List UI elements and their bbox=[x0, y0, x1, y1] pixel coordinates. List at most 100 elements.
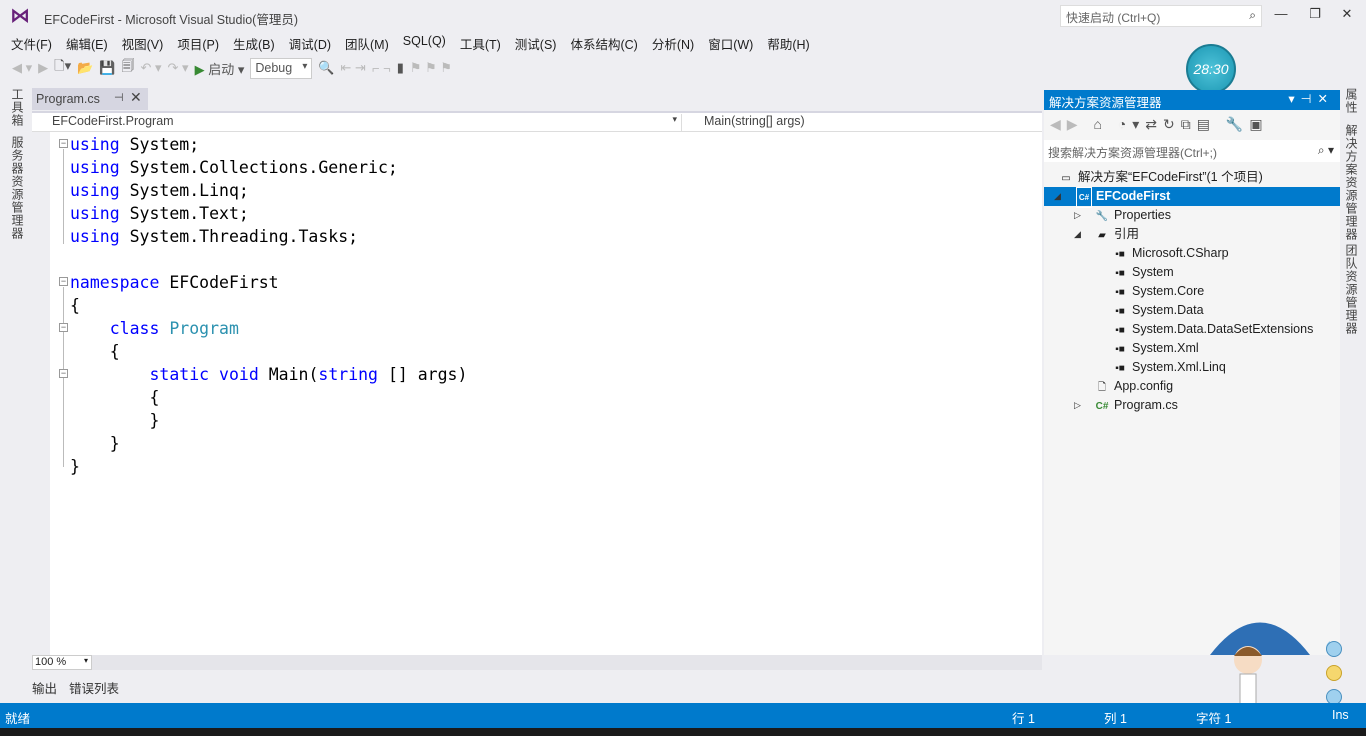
menu-item[interactable]: 帮助(H) bbox=[760, 32, 816, 52]
pending-changes-icon[interactable]: ◔▾ bbox=[1118, 116, 1145, 132]
server-explorer-tab[interactable]: 服务器资源管理器 bbox=[9, 136, 26, 240]
solution-explorer-side-tab[interactable]: 解决方案资源管理器 bbox=[1343, 124, 1360, 241]
menu-item[interactable]: SQL(Q) bbox=[396, 32, 453, 52]
menu-item[interactable]: 分析(N) bbox=[645, 32, 701, 52]
app-config-node[interactable]: 🗋 App.config bbox=[1094, 377, 1173, 396]
tab-error-list[interactable]: 错误列表 bbox=[69, 678, 119, 697]
keyword-token: using bbox=[70, 181, 120, 200]
forward-icon[interactable]: ▶ bbox=[38, 60, 48, 76]
zoom-value: 100 % bbox=[35, 656, 67, 668]
reference-node[interactable]: ▪■ System.Xml bbox=[1112, 339, 1198, 358]
reference-node[interactable]: ▪■ System.Core bbox=[1112, 282, 1204, 301]
assembly-reference-icon: ▪■ bbox=[1115, 325, 1125, 336]
collapsed-arrow-icon[interactable]: ▷ bbox=[1074, 210, 1081, 221]
collapse-all-icon[interactable]: ⧉ bbox=[1181, 116, 1197, 132]
indent-icons[interactable]: ⇤ ⇥ bbox=[341, 60, 366, 76]
close-tab-icon[interactable]: ✕ bbox=[130, 89, 142, 106]
minimize-button[interactable]: — bbox=[1270, 6, 1292, 21]
fold-toggle-icon[interactable]: − bbox=[59, 139, 68, 148]
assembly-reference-icon: ▪■ bbox=[1115, 306, 1125, 317]
reference-node[interactable]: ▪■ System.Xml.Linq bbox=[1112, 358, 1226, 377]
code-token: System.Linq; bbox=[129, 181, 249, 200]
configuration-dropdown[interactable]: Debug bbox=[250, 57, 313, 79]
widget-button[interactable] bbox=[1326, 641, 1342, 657]
properties-icon[interactable]: 🔧 bbox=[1226, 116, 1249, 132]
type-dropdown[interactable]: EFCodeFirst.Program ▾ bbox=[32, 114, 682, 132]
reference-node[interactable]: ▪■ Microsoft.CSharp bbox=[1112, 244, 1228, 263]
reference-label: System.Xml.Linq bbox=[1132, 360, 1226, 374]
back-icon[interactable]: ◀ ▾ bbox=[12, 60, 32, 76]
code-token: EFCodeFirst bbox=[169, 273, 279, 292]
menu-item[interactable]: 团队(M) bbox=[338, 32, 396, 52]
fold-toggle-icon[interactable]: − bbox=[59, 277, 68, 286]
bookmark-icon[interactable]: ▮ bbox=[397, 60, 404, 76]
char-indicator: 字符 1 bbox=[1196, 712, 1232, 726]
collapsed-arrow-icon[interactable]: ▷ bbox=[1074, 400, 1081, 411]
navigation-bar: EFCodeFirst.Program ▾ Main(string[] args) bbox=[32, 111, 1042, 132]
toolbox-tab[interactable]: 工具箱 bbox=[9, 88, 26, 127]
undo-icon[interactable]: ↶ ▾ bbox=[141, 60, 162, 76]
fold-toggle-icon[interactable]: − bbox=[59, 323, 68, 332]
keyword-token: using bbox=[70, 204, 120, 223]
solution-explorer-toolbar: ◀▶ ⌂ ◔▾⇄↻⧉▤ 🔧▣ bbox=[1050, 116, 1269, 133]
dropdown-icon[interactable]: ▾ bbox=[1288, 92, 1300, 106]
menu-item[interactable]: 测试(S) bbox=[508, 32, 564, 52]
comment-icons[interactable]: ⌐ ¬ bbox=[372, 61, 391, 76]
solution-node[interactable]: ▭ 解决方案“EFCodeFirst”(1 个项目) bbox=[1058, 168, 1262, 187]
back-icon[interactable]: ◀▶ bbox=[1050, 116, 1084, 132]
tab-output[interactable]: 输出 bbox=[32, 678, 57, 697]
menu-item[interactable]: 编辑(E) bbox=[59, 32, 115, 52]
start-button[interactable]: ▶ 启动 ▾ bbox=[195, 59, 245, 78]
keyword-token: void bbox=[219, 365, 259, 384]
menu-item[interactable]: 工具(T) bbox=[453, 32, 508, 52]
find-icon[interactable]: 🔍 bbox=[318, 60, 334, 76]
desktop-mascot-image bbox=[1210, 622, 1330, 705]
reference-node[interactable]: ▪■ System bbox=[1112, 263, 1174, 282]
zoom-dropdown[interactable]: 100 % ▾ bbox=[32, 655, 92, 670]
menu-item[interactable]: 窗口(W) bbox=[701, 32, 760, 52]
menu-item[interactable]: 生成(B) bbox=[226, 32, 282, 52]
close-icon[interactable]: ✕ bbox=[1318, 92, 1334, 106]
reference-node[interactable]: ▪■ System.Data.DataSetExtensions bbox=[1112, 320, 1313, 339]
pin-icon[interactable]: ⊣ bbox=[114, 91, 124, 104]
quick-launch-input[interactable]: 快速启动 (Ctrl+Q) ⌕ bbox=[1060, 5, 1262, 27]
properties-tab[interactable]: 属性 bbox=[1343, 88, 1360, 114]
tab-program-cs[interactable]: Program.cs ⊣ ✕ bbox=[32, 88, 148, 110]
save-icon[interactable]: 💾 bbox=[99, 60, 115, 76]
program-cs-node[interactable]: C# Program.cs bbox=[1094, 396, 1178, 415]
reference-node[interactable]: ▪■ System.Data bbox=[1112, 301, 1203, 320]
editor-scroll-bar[interactable]: 100 % ▾ bbox=[32, 655, 1042, 670]
expanded-arrow-icon[interactable]: ◢ bbox=[1054, 187, 1061, 206]
menu-item[interactable]: 文件(F) bbox=[4, 32, 59, 52]
references-node[interactable]: ▰ 引用 bbox=[1094, 225, 1139, 244]
sync-icon[interactable]: ⇄ bbox=[1145, 116, 1163, 132]
refresh-icon[interactable]: ↻ bbox=[1163, 116, 1181, 132]
preview-icon[interactable]: ▣ bbox=[1249, 116, 1268, 132]
timer-widget[interactable]: 28:30 bbox=[1186, 44, 1236, 94]
menu-item[interactable]: 视图(V) bbox=[115, 32, 171, 52]
widget-button[interactable] bbox=[1326, 665, 1342, 681]
menu-item[interactable]: 体系结构(C) bbox=[563, 32, 644, 52]
menu-item[interactable]: 项目(P) bbox=[170, 32, 226, 52]
team-explorer-tab[interactable]: 团队资源管理器 bbox=[1343, 244, 1360, 335]
show-all-files-icon[interactable]: ▤ bbox=[1197, 116, 1216, 132]
expanded-arrow-icon[interactable]: ◢ bbox=[1074, 229, 1081, 240]
member-dropdown[interactable]: Main(string[] args) bbox=[684, 114, 1040, 132]
pin-icon[interactable]: ⊣ bbox=[1301, 92, 1318, 106]
bookmark-nav-icons[interactable]: ⚑ ⚑ ⚑ bbox=[410, 60, 452, 76]
reference-label: System.Core bbox=[1132, 284, 1205, 298]
maximize-button[interactable]: ❐ bbox=[1304, 6, 1326, 22]
close-button[interactable]: ✕ bbox=[1336, 6, 1358, 22]
reference-label: System bbox=[1132, 265, 1174, 279]
project-node[interactable]: ◢ C# EFCodeFirst bbox=[1044, 187, 1340, 208]
redo-icon[interactable]: ↷ ▾ bbox=[168, 60, 189, 76]
fold-toggle-icon[interactable]: − bbox=[59, 369, 68, 378]
new-project-icon[interactable]: 🗋▾ bbox=[54, 57, 71, 79]
menu-item[interactable]: 调试(D) bbox=[282, 32, 338, 52]
home-icon[interactable]: ⌂ bbox=[1093, 116, 1107, 132]
solution-search-input[interactable]: 搜索解决方案资源管理器(Ctrl+;) ⌕ ▾ bbox=[1044, 140, 1340, 162]
save-all-icon[interactable]: 🗐 bbox=[122, 57, 135, 79]
open-file-icon[interactable]: 📂 bbox=[77, 60, 93, 76]
code-editor[interactable]: − − − − using System; using System.Collec… bbox=[32, 132, 1042, 655]
properties-node[interactable]: 🔧 Properties bbox=[1094, 206, 1171, 225]
